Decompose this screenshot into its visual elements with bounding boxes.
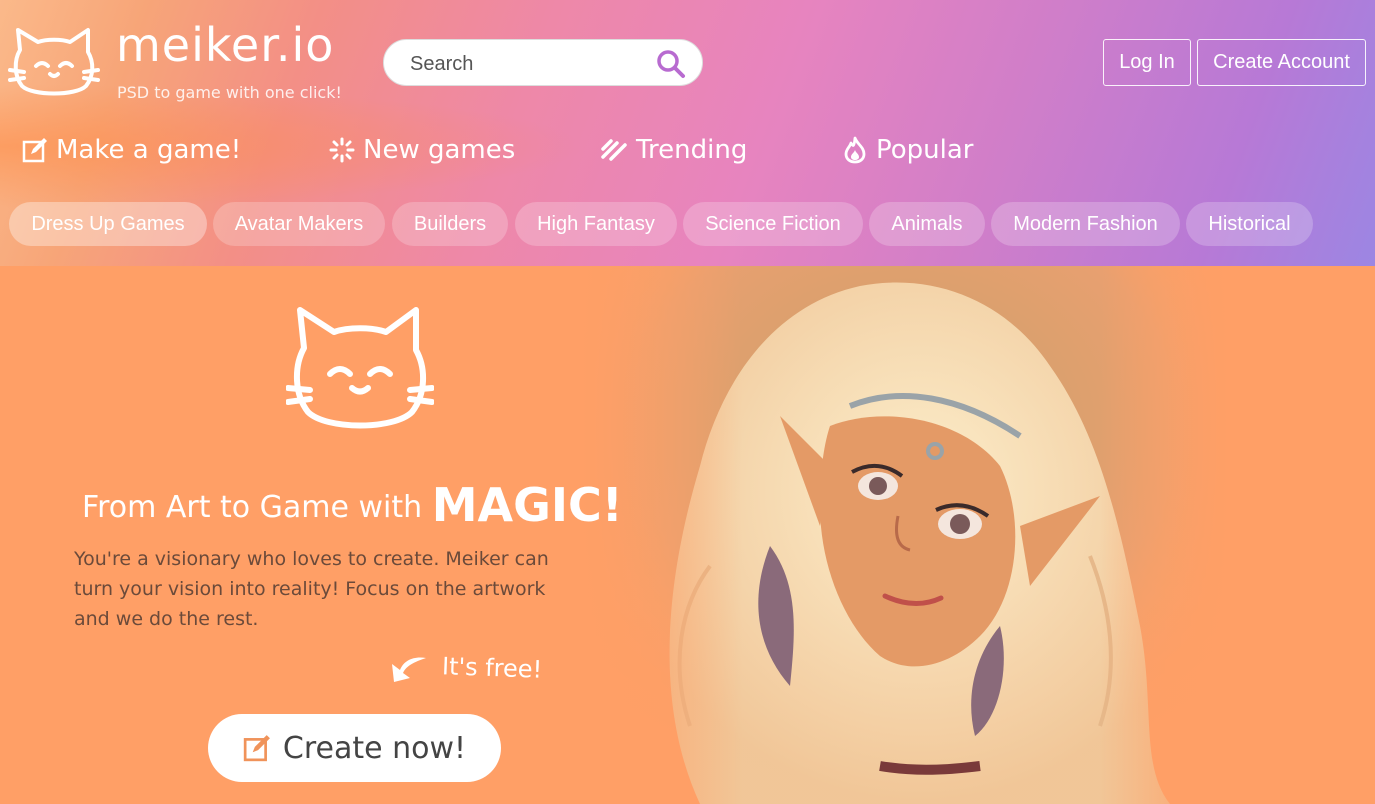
category-chip[interactable]: Builders (392, 202, 508, 246)
hero-description: You're a visionary who loves to create. … (74, 548, 549, 630)
nav-new-games[interactable]: New games (329, 130, 515, 170)
category-chip[interactable]: Historical (1186, 202, 1313, 246)
edit-icon (22, 138, 47, 163)
brand-logo[interactable]: meiker.io PSD to game with one click! (8, 18, 368, 104)
category-chip[interactable]: Science Fiction (683, 202, 863, 246)
category-chip[interactable]: Dress Up Games (9, 202, 207, 246)
trending-icon (601, 139, 627, 161)
category-chip[interactable]: Avatar Makers (213, 202, 385, 246)
category-chip[interactable]: Modern Fashion (991, 202, 1180, 246)
nav-make-game[interactable]: Make a game! (22, 130, 241, 170)
nav-make-game-label: Make a game! (56, 135, 242, 165)
hero-title: From Art to Game with MAGIC! (82, 474, 623, 532)
create-now-button[interactable]: Create now! (208, 714, 501, 782)
nav-trending[interactable]: Trending (600, 130, 747, 170)
create-account-button[interactable]: Create Account (1197, 39, 1366, 86)
hero-title-prefix: From Art to Game with (82, 490, 423, 525)
search-bar (383, 39, 703, 86)
edit-icon (243, 735, 270, 762)
elf-character-illustration (580, 266, 1230, 804)
brand-tagline: PSD to game with one click! (117, 83, 342, 102)
cat-logo-icon (8, 28, 100, 96)
create-now-label: Create now! (282, 730, 467, 766)
nav-popular-label: Popular (876, 135, 974, 165)
nav-trending-label: Trending (636, 135, 748, 165)
free-note-label: It's free! (441, 652, 543, 684)
nav-new-games-label: New games (363, 135, 516, 165)
curved-arrow-icon (392, 657, 426, 682)
site-header: meiker.io PSD to game with one click! Lo… (0, 0, 1375, 266)
search-icon[interactable] (656, 49, 686, 79)
hero-title-emphasis: MAGIC! (431, 478, 623, 532)
nav-popular[interactable]: Popular (842, 130, 974, 170)
category-chip[interactable]: Animals (869, 202, 985, 246)
login-button[interactable]: Log In (1103, 39, 1191, 86)
sparkle-icon (329, 137, 355, 163)
flame-icon (844, 136, 866, 164)
cat-mascot-icon (286, 307, 434, 429)
brand-name: meiker.io (116, 18, 335, 72)
search-input[interactable] (408, 50, 652, 78)
hero-section (0, 266, 1375, 804)
category-chip[interactable]: High Fantasy (515, 202, 677, 246)
free-note: It's free! (388, 652, 543, 684)
